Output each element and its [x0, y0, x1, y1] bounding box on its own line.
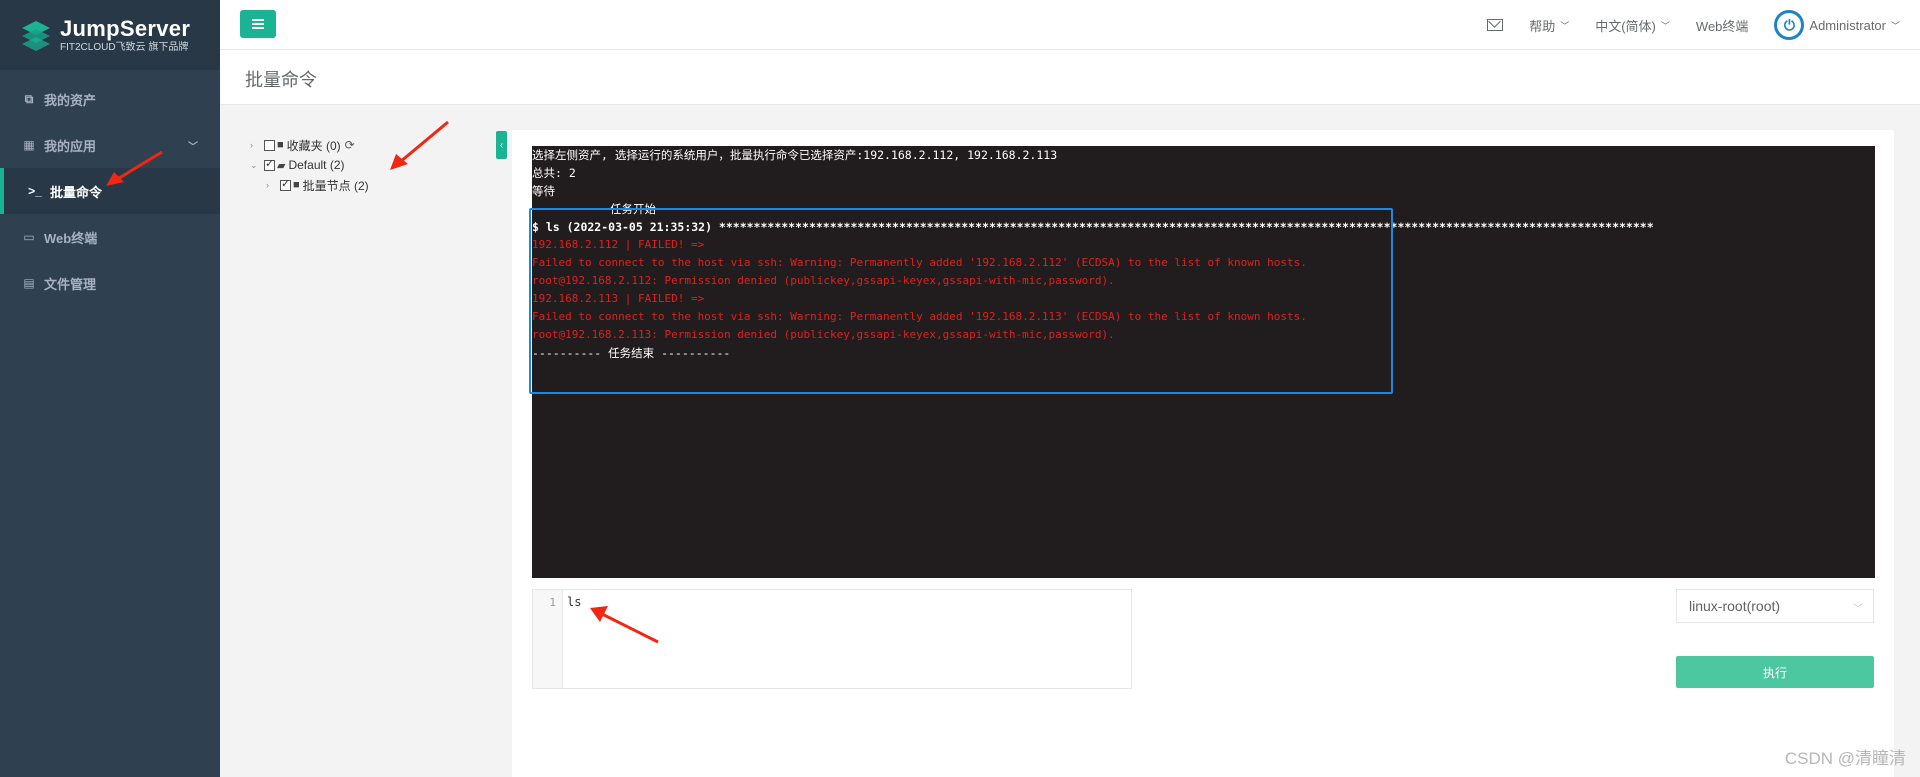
mail-icon — [1487, 19, 1504, 31]
refresh-icon[interactable]: ⟳ — [345, 138, 355, 152]
chevron-left-icon: ‹ — [499, 139, 504, 151]
command-editor[interactable]: 1 ls — [532, 589, 1132, 689]
tree-checkbox[interactable] — [280, 177, 291, 191]
sidebar-item-web-terminal[interactable]: ▭ Web终端 — [0, 214, 220, 260]
tree-node-label: 批量节点 (2) — [302, 178, 369, 193]
terminal-line: 192.168.2.113 | FAILED! => — [532, 292, 705, 305]
help-menu[interactable]: 帮助 ﹀ — [1529, 16, 1569, 35]
jumpserver-logo-icon — [22, 21, 50, 51]
folder-open-icon: ▰ — [277, 159, 286, 172]
chevron-down-icon: ﹀ — [188, 141, 198, 153]
user-name: Administrator — [1809, 17, 1886, 33]
language-label: 中文(简体) — [1595, 18, 1656, 34]
tree-checkbox[interactable] — [264, 139, 275, 151]
tree-node-batch[interactable]: › ■ 批量节点 (2) — [250, 175, 480, 195]
avatar: ⏻ — [1774, 10, 1805, 40]
editor-gutter: 1 — [533, 590, 563, 688]
terminal-line: 总共: 2 — [532, 166, 576, 180]
chevron-down-icon: ﹀ — [1560, 20, 1570, 31]
top-navbar: 帮助 ﹀ 中文(简体) ﹀ Web终端 ⏻ Administrator ﹀ — [220, 0, 1920, 50]
user-menu[interactable]: ⏻ Administrator ﹀ — [1774, 10, 1900, 40]
logo-title: JumpServer — [60, 15, 191, 41]
asset-tree: › ■ 收藏夹 (0) ⟳ ⌄ ▰ Default (2) › ■ 批量节点 (… — [250, 135, 480, 195]
sidebar-item-label: 批量命令 — [50, 184, 103, 200]
terminal-line: Failed to connect to the host via ssh: W… — [532, 310, 1307, 323]
messages-button[interactable] — [1487, 19, 1504, 31]
logo-subtitle: FIT2CLOUD飞致云 旗下品牌 — [60, 41, 189, 53]
terminal-line: root@192.168.2.112: Permission denied (p… — [532, 274, 1115, 287]
folder-icon: ■ — [277, 139, 284, 151]
execute-button[interactable]: 执行 — [1676, 656, 1874, 688]
web-terminal-link[interactable]: Web终端 — [1696, 16, 1749, 35]
terminal-line: 选择左侧资产, 选择运行的系统用户，批量执行命令已选择资产:192.168.2.… — [532, 148, 1058, 162]
terminal-line: ---------- 任务结束 ---------- — [532, 346, 731, 360]
sidebar-item-label: 我的应用 — [44, 138, 97, 154]
chevron-down-icon: ﹀ — [1853, 604, 1863, 615]
tree-node-label: 收藏夹 (0) — [286, 138, 341, 153]
system-user-select[interactable]: linux-root(root) ﹀ — [1676, 589, 1874, 623]
terminal-line: 任务开始 — [610, 202, 656, 216]
sidebar-item-my-apps[interactable]: ▦ 我的应用 ﹀ — [0, 122, 220, 168]
tree-node-favorites[interactable]: › ■ 收藏夹 (0) ⟳ — [250, 135, 480, 155]
window-icon: ▭ — [23, 230, 35, 244]
chevron-right-icon[interactable]: › — [250, 140, 264, 150]
help-label: 帮助 — [1529, 18, 1556, 34]
language-menu[interactable]: 中文(简体) ﹀ — [1595, 16, 1670, 35]
system-user-value: linux-root(root) — [1689, 598, 1781, 614]
collapse-tree-button[interactable]: ‹ — [496, 131, 507, 159]
output-terminal[interactable]: 选择左侧资产, 选择运行的系统用户，批量执行命令已选择资产:192.168.2.… — [532, 146, 1875, 578]
logo[interactable]: JumpServer FIT2CLOUD飞致云 旗下品牌 — [0, 0, 220, 70]
terminal-line: root@192.168.2.113: Permission denied (p… — [532, 328, 1115, 341]
tree-node-default[interactable]: ⌄ ▰ Default (2) — [250, 155, 480, 175]
page-heading: 批量命令 — [220, 50, 1920, 105]
tree-checkbox[interactable] — [264, 157, 275, 171]
sidebar-item-file-management[interactable]: ▤ 文件管理 — [0, 260, 220, 306]
line-number: 1 — [549, 596, 556, 609]
sidebar-nav: ⧉ 我的资产 ▦ 我的应用 ﹀ >_ 批量命令 ▭ Web终端 ▤ 文件管理 — [0, 76, 220, 306]
assets-icon: ⧉ — [24, 91, 34, 106]
terminal-line: Failed to connect to the host via ssh: W… — [532, 256, 1307, 269]
chevron-down-icon[interactable]: ⌄ — [250, 160, 264, 171]
file-icon: ▤ — [23, 276, 35, 290]
chevron-down-icon: ﹀ — [1660, 20, 1670, 31]
terminal-prompt-icon: >_ — [28, 184, 42, 198]
folder-icon: ■ — [293, 179, 300, 191]
web-terminal-label: Web终端 — [1695, 18, 1749, 34]
command-text[interactable]: ls — [567, 595, 581, 609]
terminal-line: $ ls (2022-03-05 21:35:32) *************… — [532, 220, 1654, 234]
sidebar-item-label: 我的资产 — [44, 92, 97, 108]
terminal-line: 192.168.2.112 | FAILED! => — [532, 238, 705, 251]
terminal-line: 等待 — [532, 184, 555, 198]
chevron-down-icon: ﹀ — [1890, 20, 1900, 31]
hamburger-icon — [252, 23, 264, 25]
page-title: 批量命令 — [245, 70, 317, 90]
sidebar: JumpServer FIT2CLOUD飞致云 旗下品牌 ⧉ 我的资产 ▦ 我的… — [0, 0, 220, 777]
watermark: CSDN @清瞳清 — [1784, 749, 1906, 768]
sidebar-item-label: 文件管理 — [44, 276, 97, 292]
sidebar-item-label: Web终端 — [44, 230, 98, 246]
sidebar-item-my-assets[interactable]: ⧉ 我的资产 — [0, 76, 220, 122]
grid-icon: ▦ — [23, 138, 35, 152]
menu-toggle-button[interactable] — [240, 10, 276, 38]
chevron-right-icon[interactable]: › — [266, 180, 280, 190]
tree-node-label: Default (2) — [288, 158, 345, 172]
sidebar-item-batch-command[interactable]: >_ 批量命令 — [0, 168, 220, 214]
